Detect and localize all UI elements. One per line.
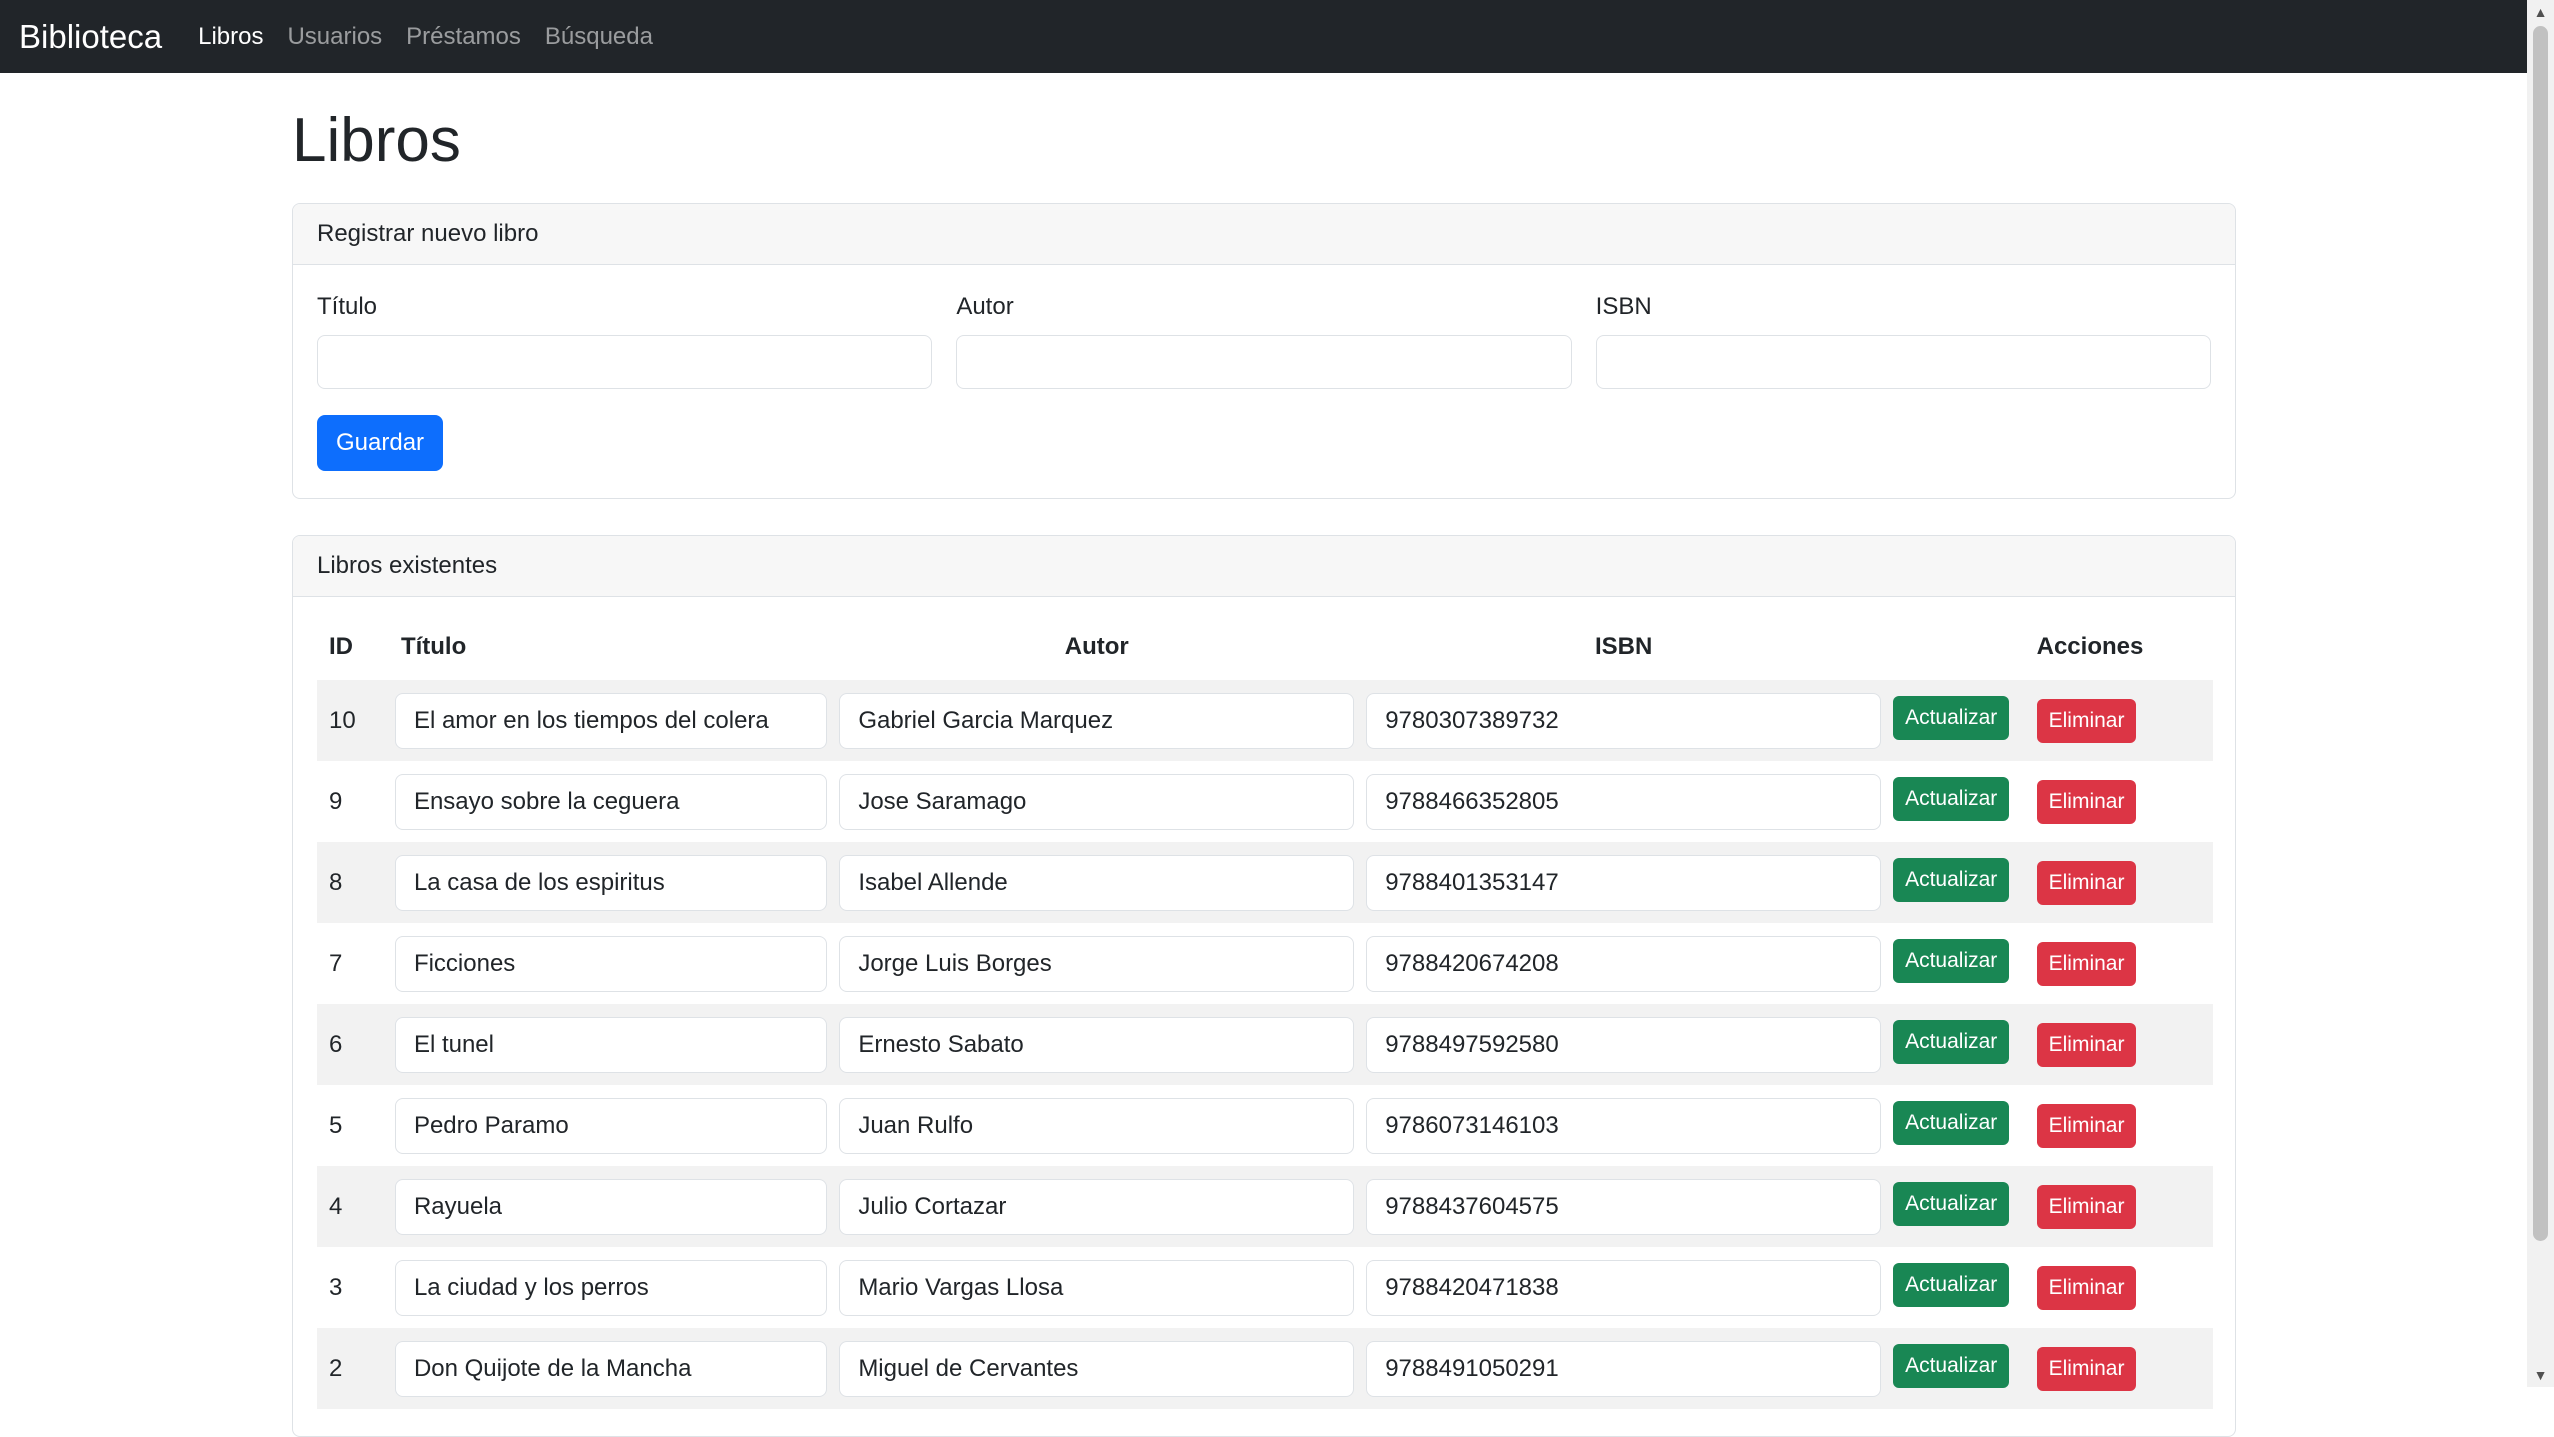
column-header-id: ID (329, 633, 353, 660)
row-isbn-input[interactable] (1366, 1259, 1882, 1316)
delete-button[interactable]: Eliminar (2036, 1022, 2137, 1067)
row-id: 10 (317, 680, 389, 761)
author-input[interactable] (956, 335, 1572, 389)
row-title-input[interactable] (394, 854, 828, 911)
delete-button[interactable]: Eliminar (2036, 941, 2137, 986)
table-row: 5 Actualizar Eliminar (317, 1085, 2213, 1166)
scroll-down-arrow-icon[interactable]: ▼ (2527, 1363, 2554, 1387)
row-isbn-input[interactable] (1366, 935, 1882, 992)
update-button[interactable]: Actualizar (1893, 938, 2010, 983)
table-row: 7 Actualizar Eliminar (317, 923, 2213, 1004)
row-isbn-input[interactable] (1366, 773, 1882, 830)
table-row: 4 Actualizar Eliminar (317, 1166, 2213, 1247)
table-row: 6 Actualizar Eliminar (317, 1004, 2213, 1085)
row-author-input[interactable] (839, 935, 1355, 992)
row-id: 9 (329, 787, 343, 815)
scrollbar-thumb[interactable] (2533, 26, 2548, 1241)
save-button[interactable]: Guardar (317, 415, 444, 471)
page-scrollbar[interactable]: ▲ ▼ (2527, 0, 2554, 1387)
row-title-input[interactable] (394, 1340, 828, 1397)
isbn-input[interactable] (1595, 335, 2211, 389)
title-label: Título (317, 293, 378, 320)
register-card-header: Registrar nuevo libro (293, 204, 2235, 265)
title-input[interactable] (317, 335, 933, 389)
table-row: 3 Actualizar Eliminar (317, 1247, 2213, 1328)
nav-link-prestamos[interactable]: Préstamos (406, 23, 521, 51)
books-list-card: Libros existentes ID Título Autor ISBN A… (292, 535, 2236, 1437)
table-row: 8 Actualizar Eliminar (317, 842, 2213, 923)
row-id: 4 (317, 1166, 389, 1247)
nav-link-libros[interactable]: Libros (198, 23, 263, 51)
row-title-input[interactable] (394, 1178, 828, 1235)
page-title: Libros (292, 106, 461, 175)
row-id: 8 (317, 842, 389, 923)
column-header-spacer (1887, 614, 2025, 680)
row-title-input[interactable] (394, 935, 828, 992)
row-isbn-input[interactable] (1366, 692, 1882, 749)
row-isbn-input[interactable] (1366, 1016, 1882, 1073)
register-form: Título Autor ISBN (293, 291, 2235, 389)
row-title-input[interactable] (394, 1016, 828, 1073)
column-header-isbn: ISBN (1594, 633, 1653, 660)
table-header-row: ID Título Autor ISBN Acciones (317, 614, 2213, 680)
delete-button[interactable]: Eliminar (2036, 1346, 2137, 1391)
author-label: Autor (956, 293, 1014, 320)
table-row: 9 Actualizar Eliminar (317, 761, 2213, 842)
update-button[interactable]: Actualizar (1893, 695, 2010, 740)
table-row: 2 Actualizar Eliminar (317, 1328, 2213, 1409)
nav-link-usuarios[interactable]: Usuarios (287, 23, 382, 51)
delete-button[interactable]: Eliminar (2036, 860, 2137, 905)
delete-button[interactable]: Eliminar (2036, 779, 2137, 824)
delete-button[interactable]: Eliminar (2036, 1184, 2137, 1229)
delete-button[interactable]: Eliminar (2036, 698, 2137, 743)
update-button[interactable]: Actualizar (1893, 1019, 2010, 1064)
update-button[interactable]: Actualizar (1893, 776, 2010, 821)
isbn-label: ISBN (1595, 293, 1652, 320)
row-isbn-input[interactable] (1366, 1097, 1882, 1154)
update-button[interactable]: Actualizar (1893, 1262, 2010, 1307)
nav-link-busqueda[interactable]: Búsqueda (545, 23, 653, 51)
top-navbar: Biblioteca Libros Usuarios Préstamos Bús… (0, 0, 2527, 73)
row-title-input[interactable] (394, 692, 828, 749)
row-id: 7 (329, 949, 343, 977)
scroll-up-arrow-icon[interactable]: ▲ (2527, 0, 2554, 24)
delete-button[interactable]: Eliminar (2036, 1265, 2137, 1310)
row-id: 6 (317, 1004, 389, 1085)
row-author-input[interactable] (839, 773, 1355, 830)
books-table: ID Título Autor ISBN Acciones 10 Actualiz… (317, 614, 2213, 1409)
row-author-input[interactable] (839, 1016, 1355, 1073)
column-header-titulo: Título (400, 633, 467, 660)
update-button[interactable]: Actualizar (1893, 857, 2010, 902)
row-title-input[interactable] (394, 1097, 828, 1154)
update-button[interactable]: Actualizar (1893, 1343, 2010, 1388)
main-container: Libros Registrar nuevo libro Título Auto… (292, 73, 2236, 1437)
row-author-input[interactable] (839, 1097, 1355, 1154)
list-card-header: Libros existentes (293, 536, 2235, 597)
row-author-input[interactable] (839, 1178, 1355, 1235)
row-id: 5 (329, 1111, 343, 1139)
row-isbn-input[interactable] (1366, 854, 1882, 911)
register-book-card: Registrar nuevo libro Título Autor ISBN … (292, 203, 2236, 499)
row-author-input[interactable] (839, 692, 1355, 749)
update-button[interactable]: Actualizar (1893, 1181, 2010, 1226)
isbn-field-group: ISBN (1595, 291, 2211, 389)
column-header-acciones: Acciones (2036, 633, 2144, 660)
update-button[interactable]: Actualizar (1893, 1100, 2010, 1145)
delete-button[interactable]: Eliminar (2036, 1103, 2137, 1148)
author-field-group: Autor (956, 291, 1572, 389)
books-table-body: 10ActualizarEliminar9ActualizarEliminar8… (317, 680, 2213, 1409)
navbar-brand[interactable]: Biblioteca (19, 18, 162, 56)
row-author-input[interactable] (839, 1340, 1355, 1397)
row-title-input[interactable] (394, 1259, 828, 1316)
row-author-input[interactable] (839, 854, 1355, 911)
table-row: 10 Actualizar Eliminar (317, 680, 2213, 761)
row-isbn-input[interactable] (1366, 1340, 1882, 1397)
row-id: 3 (329, 1273, 343, 1301)
row-title-input[interactable] (394, 773, 828, 830)
title-field-group: Título (317, 291, 933, 389)
row-id: 2 (317, 1328, 389, 1409)
column-header-autor: Autor (1064, 633, 1129, 660)
row-author-input[interactable] (839, 1259, 1355, 1316)
row-isbn-input[interactable] (1366, 1178, 1882, 1235)
